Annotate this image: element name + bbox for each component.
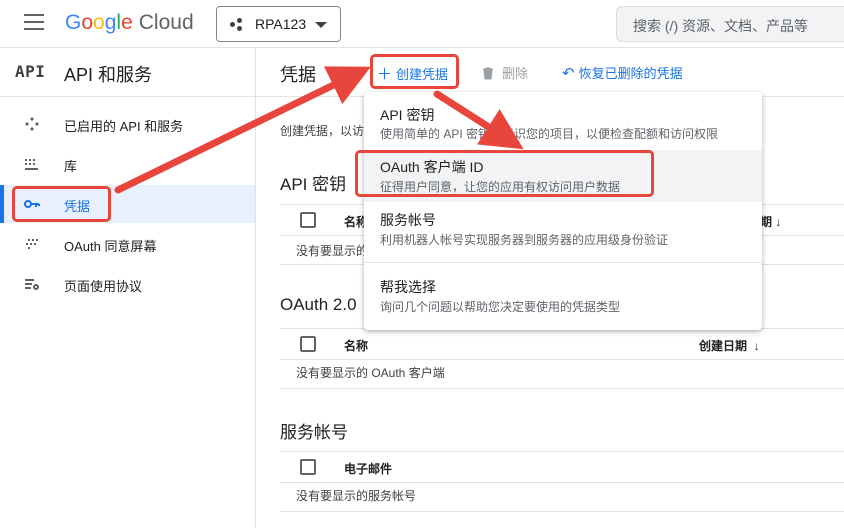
settings-list-icon — [24, 276, 40, 292]
sidebar-title: API 和服务 — [64, 65, 153, 85]
sidebar-item-oauth-consent[interactable]: OAuth 同意屏幕 — [0, 225, 255, 263]
service-accounts-table-header: 电子邮件 — [280, 451, 844, 483]
arrow-down-icon: ↓ — [775, 215, 782, 229]
service-accounts-empty-text: 没有要显示的服务帐号 — [296, 489, 417, 503]
trash-icon — [482, 65, 498, 82]
page-title: 凭据 — [280, 65, 316, 85]
api-logo-icon: API — [15, 62, 46, 81]
divider — [280, 511, 844, 512]
annotation-box-oauth-item — [355, 150, 654, 197]
menu-divider — [364, 262, 762, 263]
consent-icon — [24, 236, 40, 252]
google-cloud-logo[interactable]: Google Cloud — [65, 11, 194, 35]
create-credentials-menu: API 密钥 使用简单的 API 密钥来标识您的项目，以便检查配额和访问权限 O… — [364, 92, 762, 330]
api-keys-empty-text: 没有要显示的 — [296, 244, 369, 258]
intro-text: 创建凭据，以访 — [280, 124, 365, 138]
oauth-empty-text: 没有要显示的 OAuth 客户端 — [296, 366, 445, 380]
api-icon — [24, 116, 40, 132]
oauth-title: OAuth 2.0 — [280, 295, 357, 314]
select-all-checkbox[interactable] — [300, 336, 316, 352]
date-column-header[interactable]: 期 ↓ — [760, 213, 781, 230]
active-indicator — [0, 185, 4, 223]
page-header: 凭据 ＋创建凭据 删除 ↶ 恢复已删除的凭据 — [256, 48, 844, 97]
project-name: RPA123 — [255, 16, 307, 32]
annotation-box-create-button — [370, 54, 459, 89]
menu-item-help-me-choose[interactable]: 帮我选择 询问几个问题以帮助您决定要使用的凭据类型 — [364, 266, 762, 322]
top-bar: Google Cloud RPA123 搜索 (/) 资源、文档、产品等 — [0, 0, 844, 48]
delete-button[interactable]: 删除 — [482, 63, 528, 82]
chevron-down-icon — [315, 22, 327, 28]
sidebar-item-library[interactable]: 库 — [0, 145, 255, 183]
divider — [280, 388, 844, 389]
search-input[interactable]: 搜索 (/) 资源、文档、产品等 — [616, 6, 844, 42]
annotation-box-credentials — [12, 186, 111, 222]
menu-item-api-key[interactable]: API 密钥 使用简单的 API 密钥来标识您的项目，以便检查配额和访问权限 — [364, 92, 762, 148]
menu-icon[interactable] — [24, 14, 44, 32]
search-placeholder: 搜索 (/) 资源、文档、产品等 — [633, 18, 808, 34]
date-column-header[interactable]: 创建日期 ↓ — [699, 337, 760, 354]
service-accounts-title: 服务帐号 — [280, 423, 348, 442]
oauth-table-header: 名称 创建日期 ↓ — [280, 328, 844, 360]
menu-item-service-account[interactable]: 服务帐号 利用机器人帐号实现服务器到服务器的应用级身份验证 — [364, 204, 762, 260]
api-keys-title: API 密钥 — [280, 175, 347, 194]
sidebar-item-page-usage[interactable]: 页面使用协议 — [0, 265, 255, 303]
restore-deleted-button[interactable]: ↶ 恢复已删除的凭据 — [562, 63, 683, 82]
sidebar-item-enabled-apis[interactable]: 已启用的 API 和服务 — [0, 105, 255, 143]
arrow-down-icon: ↓ — [750, 339, 760, 353]
select-all-checkbox[interactable] — [300, 459, 316, 475]
project-icon — [230, 18, 244, 32]
undo-icon: ↶ — [562, 65, 575, 82]
project-selector[interactable]: RPA123 — [216, 6, 341, 42]
library-icon — [24, 156, 40, 172]
sidebar-header: API API 和服务 — [0, 48, 255, 97]
sidebar: API API 和服务 已启用的 API 和服务 库 凭据 OAuth 同意屏幕… — [0, 48, 256, 528]
select-all-checkbox[interactable] — [300, 212, 316, 228]
